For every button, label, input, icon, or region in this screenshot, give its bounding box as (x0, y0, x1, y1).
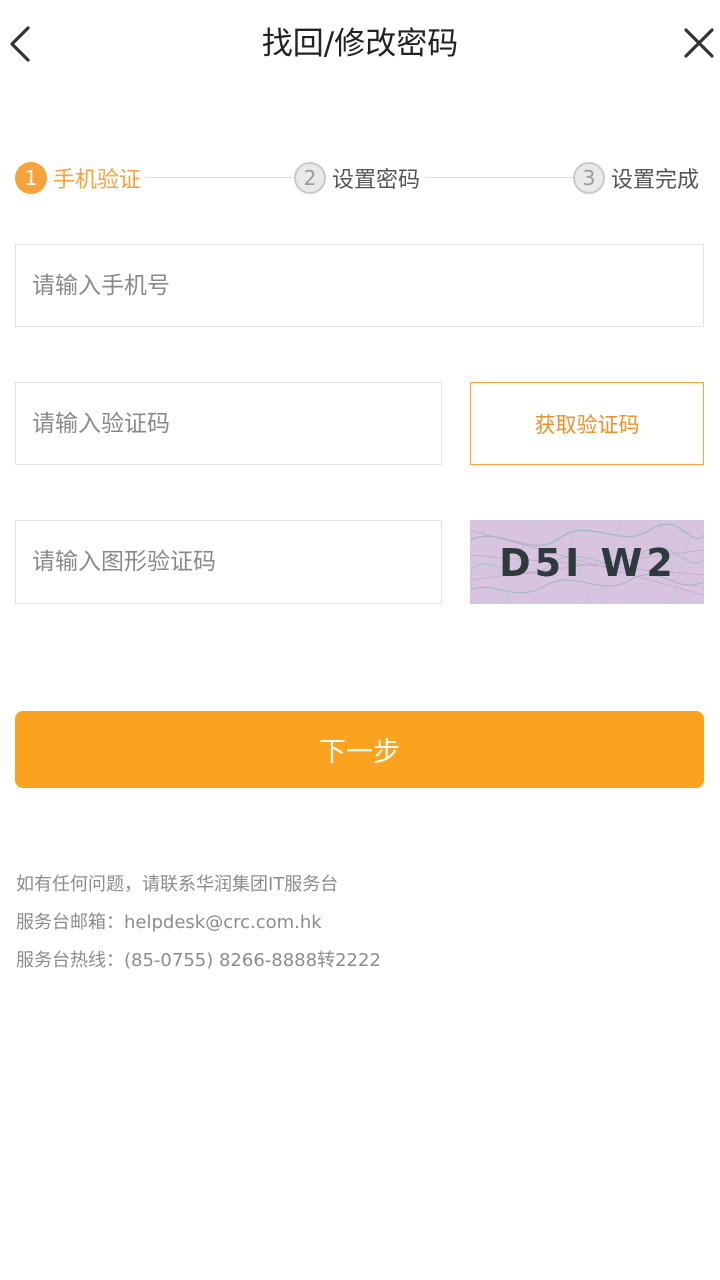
step-label: 手机验证 (53, 168, 142, 193)
help-contact-text: 如有任何问题，请联系华润集团IT服务台 (16, 874, 339, 895)
sms-code-input[interactable] (16, 383, 441, 464)
page-title: 找回/修改密码 (261, 26, 459, 62)
step-complete: 3 设置完成 (573, 158, 700, 198)
header-bar: 找回/修改密码 (0, 0, 720, 88)
phone-field (15, 244, 704, 327)
help-email-text: 服务台邮箱：helpdesk@crc.com.hk (16, 912, 322, 933)
progress-steps: 1 手机验证 2 设置密码 3 设置完成 (15, 158, 705, 198)
captcha-field (15, 520, 442, 604)
help-hotline-text: 服务台热线：(85-0755) 8266-8888转2222 (16, 950, 381, 971)
step-number: 1 (15, 162, 47, 194)
step-divider (145, 177, 295, 178)
phone-input[interactable] (16, 245, 703, 326)
next-step-button[interactable]: 下一步 (15, 711, 704, 788)
step-number: 2 (294, 162, 326, 194)
captcha-image[interactable]: D5I W2 (470, 520, 704, 604)
sms-code-field (15, 382, 442, 465)
step-label: 设置完成 (611, 168, 700, 193)
captcha-input[interactable] (16, 521, 441, 603)
page: 找回/修改密码 1 手机验证 2 设置密码 3 设置完成 获取验证码 (0, 0, 720, 1280)
step-set-password: 2 设置密码 (294, 158, 421, 198)
step-number: 3 (573, 162, 605, 194)
step-divider (425, 177, 575, 178)
close-icon (684, 28, 714, 58)
captcha-text: D5I W2 (499, 541, 677, 585)
step-label: 设置密码 (332, 168, 421, 193)
step-phone-verify: 1 手机验证 (15, 158, 142, 198)
captcha-graphic: D5I W2 (470, 520, 704, 604)
help-info: 如有任何问题，请联系华润集团IT服务台 服务台邮箱：helpdesk@crc.c… (16, 866, 706, 980)
get-code-button[interactable]: 获取验证码 (470, 382, 704, 465)
close-button[interactable] (678, 22, 718, 66)
